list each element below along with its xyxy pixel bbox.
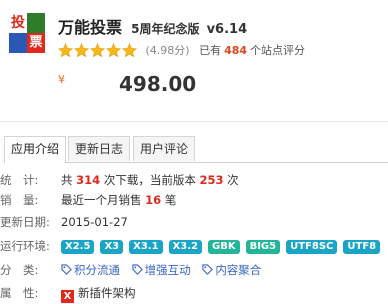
category-tag-label: 增强互动 bbox=[144, 263, 191, 277]
category-tag[interactable]: 积分流通 bbox=[61, 263, 120, 277]
star-icon bbox=[74, 43, 89, 58]
logo-block-green bbox=[27, 13, 45, 33]
stats-label: 统 计: bbox=[0, 173, 39, 187]
price-value: 498.00 bbox=[119, 72, 197, 96]
sites-suffix: 个站点评分 bbox=[250, 44, 306, 57]
star-icon bbox=[106, 43, 121, 58]
category-tag-label: 内容聚合 bbox=[215, 263, 262, 277]
env-badge: GBK bbox=[207, 240, 240, 254]
app-edition: 5周年纪念版 bbox=[131, 22, 200, 36]
logo-char-1: 投 bbox=[9, 13, 27, 33]
rating-score: (4.98分) bbox=[145, 44, 190, 57]
env-badge: BIG5 bbox=[245, 240, 281, 254]
category-label: 分 类: bbox=[0, 263, 39, 277]
star-icon bbox=[58, 43, 73, 58]
rating-row: (4.98分) 已有 484 个站点评分 bbox=[58, 42, 305, 60]
star-icon bbox=[90, 43, 105, 58]
star-icon bbox=[122, 43, 137, 58]
logo-char-2: 票 bbox=[27, 33, 45, 53]
category-tag[interactable]: 增强互动 bbox=[132, 263, 191, 277]
tag-icon bbox=[202, 264, 214, 275]
category-tag-label: 积分流通 bbox=[74, 263, 120, 277]
tab-user-reviews[interactable]: 用户评论 bbox=[133, 136, 196, 161]
env-badge: UTF8 bbox=[343, 240, 381, 254]
app-title: 万能投票 5周年纪念版 v6.14 bbox=[58, 14, 247, 38]
sites-count: 484 bbox=[224, 44, 248, 57]
stats-mid: 次下载，当前版本 bbox=[103, 173, 196, 187]
sales-label: 销 量: bbox=[0, 193, 39, 207]
env-badge: X3.1 bbox=[129, 240, 163, 254]
price: ¥498.00 bbox=[58, 72, 196, 96]
tag-icon bbox=[132, 264, 143, 275]
attribute-label: 属 性: bbox=[0, 286, 39, 300]
tag-icon bbox=[61, 264, 72, 275]
env-badge: X2.5 bbox=[61, 240, 95, 254]
tab-changelog[interactable]: 更新日志 bbox=[68, 136, 131, 161]
env-badge: X3 bbox=[100, 240, 124, 254]
env-badge: X3.2 bbox=[168, 240, 202, 254]
attribute-value: 新插件架构 bbox=[78, 286, 136, 300]
updated-label: 更新日期: bbox=[0, 215, 50, 229]
currency-symbol: ¥ bbox=[58, 73, 65, 86]
app-name: 万能投票 bbox=[58, 18, 123, 37]
logo-block-blue bbox=[9, 33, 27, 53]
tab-app-intro[interactable]: 应用介绍 bbox=[4, 136, 67, 163]
current-version-count: 253 bbox=[199, 173, 224, 187]
sites-prefix: 已有 bbox=[199, 44, 222, 57]
tab-bar: 应用介绍 更新日志 用户评论 bbox=[4, 136, 388, 163]
sales-suffix: 笔 bbox=[164, 193, 177, 207]
app-logo: 投 票 bbox=[9, 13, 45, 53]
stats-suffix: 次 bbox=[227, 173, 239, 187]
app-version: v6.14 bbox=[206, 22, 248, 37]
download-count: 314 bbox=[76, 173, 101, 187]
plugin-icon: X bbox=[61, 290, 74, 303]
sales-count: 16 bbox=[145, 193, 162, 207]
category-tag[interactable]: 内容聚合 bbox=[202, 263, 261, 277]
sales-prefix: 最近一个月销售 bbox=[61, 193, 142, 207]
stats-prefix: 共 bbox=[61, 173, 73, 187]
env-label: 运行环境: bbox=[0, 239, 50, 253]
rating-stars bbox=[58, 42, 138, 60]
env-badge: UTF8SC bbox=[286, 240, 338, 254]
updated-date: 2015-01-27 bbox=[61, 215, 128, 229]
divider bbox=[0, 121, 388, 122]
